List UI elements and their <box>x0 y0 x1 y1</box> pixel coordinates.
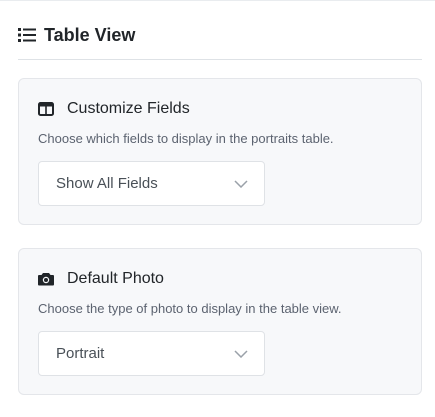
card-header: Customize Fields <box>38 99 190 119</box>
page-title: Table View <box>44 25 136 45</box>
card-description: Choose which fields to display in the po… <box>38 131 334 146</box>
chevron-down-icon <box>234 347 248 361</box>
card-title: Customize Fields <box>67 100 190 117</box>
select-value: Portrait <box>56 345 105 362</box>
table-columns-icon <box>38 101 54 117</box>
top-divider <box>0 0 435 1</box>
list-icon <box>18 24 36 46</box>
header-divider <box>18 59 422 60</box>
chevron-down-icon <box>234 177 248 191</box>
card-header: Default Photo <box>38 269 164 289</box>
customize-fields-card: Customize Fields Choose which fields to … <box>18 78 422 225</box>
card-description: Choose the type of photo to display in t… <box>38 301 342 316</box>
select-value: Show All Fields <box>56 175 158 192</box>
default-photo-card: Default Photo Choose the type of photo t… <box>18 248 422 395</box>
photo-type-select[interactable]: Portrait <box>38 331 265 376</box>
camera-icon <box>38 271 54 287</box>
card-title: Default Photo <box>67 270 164 287</box>
section-header: Table View <box>18 24 422 60</box>
fields-select[interactable]: Show All Fields <box>38 161 265 206</box>
